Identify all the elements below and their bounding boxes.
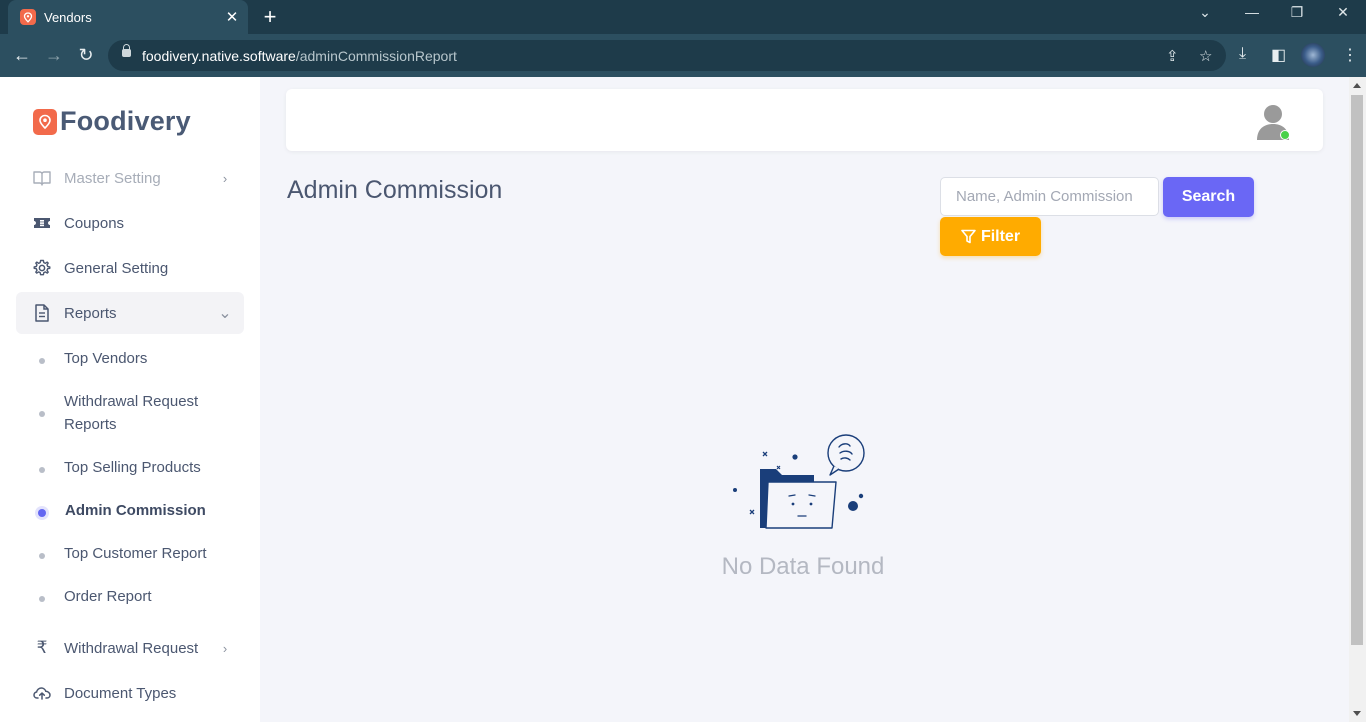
subitem-label: Top Vendors: [64, 350, 148, 367]
sidebar-item-label: Withdrawal Request: [64, 639, 199, 657]
sidebar-item-general-setting[interactable]: General Setting: [16, 247, 244, 289]
tab-search-icon[interactable]: ⌄: [1193, 4, 1217, 21]
sidebar-subitem-withdrawal-request-reports[interactable]: Withdrawal Request Reports: [16, 393, 244, 436]
sidebar-subitem-top-customer-report[interactable]: Top Customer Report: [16, 545, 244, 565]
side-panel-icon[interactable]: ◧: [1271, 45, 1286, 65]
lock-icon: [122, 44, 131, 57]
browser-toolbar: ← → ↻ foodivery.native.software/adminCom…: [0, 34, 1366, 77]
tab-close-icon[interactable]: ✕: [222, 8, 242, 26]
minimize-icon[interactable]: —: [1240, 4, 1264, 20]
bookmark-star-icon[interactable]: ☆: [1199, 47, 1212, 65]
bullet-icon: [39, 553, 45, 559]
page-title: Admin Commission: [287, 176, 503, 204]
chevron-right-icon: ›: [222, 640, 228, 656]
download-icon[interactable]: ⤓: [1239, 45, 1246, 63]
foodivery-favicon-icon: [20, 9, 36, 25]
bullet-icon: [39, 467, 45, 473]
bullet-icon: [39, 596, 45, 602]
cloud-upload-icon: [32, 683, 52, 703]
restore-icon[interactable]: ❐: [1285, 4, 1309, 21]
close-window-icon[interactable]: ✕: [1331, 4, 1355, 21]
profile-avatar-icon[interactable]: [1301, 43, 1325, 67]
filter-button[interactable]: Filter: [940, 217, 1041, 256]
sidebar-item-withdrawal-request[interactable]: ₹ Withdrawal Request ›: [16, 627, 244, 669]
subitem-label: Withdrawal Request Reports: [64, 393, 199, 433]
bullet-icon: [39, 411, 45, 417]
filter-button-label: Filter: [980, 227, 1021, 245]
sidebar-item-label: Coupons: [64, 214, 125, 232]
sidebar-item-master-setting[interactable]: Master Setting ›: [16, 157, 244, 199]
sidebar-subitem-top-selling-products[interactable]: Top Selling Products: [16, 459, 244, 479]
new-tab-icon[interactable]: +: [258, 5, 282, 29]
brand-logo[interactable]: Foodivery: [33, 106, 191, 137]
tab-title: Vendors: [44, 9, 92, 25]
active-bullet-icon: [38, 509, 46, 517]
browser-tab[interactable]: Vendors ✕: [8, 0, 248, 34]
empty-state-text: No Data Found: [721, 553, 885, 580]
sidebar-subitem-admin-commission[interactable]: Admin Commission: [16, 502, 244, 522]
page-scrollbar[interactable]: [1349, 77, 1366, 722]
rupee-icon: ₹: [36, 638, 48, 657]
sidebar-item-label: Document Types: [64, 684, 177, 702]
menu-kebab-icon[interactable]: ⋮: [1342, 45, 1358, 65]
subitem-label: Order Report: [64, 588, 152, 605]
filter-funnel-icon: [961, 229, 976, 244]
sidebar-item-reports[interactable]: Reports ⌄: [16, 292, 244, 334]
bullet-icon: [39, 358, 45, 364]
share-icon[interactable]: ⇪: [1166, 47, 1179, 65]
sidebar-item-document-types[interactable]: Document Types: [16, 672, 244, 714]
search-button-label: Search: [1181, 188, 1236, 205]
scrollbar-thumb[interactable]: [1351, 95, 1363, 645]
address-bar[interactable]: foodivery.native.software/adminCommissio…: [108, 40, 1226, 71]
subitem-label: Top Selling Products: [64, 459, 201, 476]
subitem-label: Admin Commission: [65, 502, 206, 519]
reload-icon[interactable]: ↻: [74, 43, 98, 67]
gear-icon: [32, 258, 52, 278]
url-text: foodivery.native.software/adminCommissio…: [142, 48, 457, 64]
sidebar-item-label: Master Setting: [64, 169, 161, 187]
book-icon: [32, 168, 52, 188]
search-input[interactable]: [940, 177, 1159, 216]
top-navbar: [286, 89, 1323, 151]
sidebar-item-label: General Setting: [64, 259, 169, 277]
search-button[interactable]: Search: [1163, 177, 1254, 217]
back-icon[interactable]: ←: [10, 43, 34, 67]
scroll-down-arrow-icon[interactable]: [1353, 711, 1361, 716]
sidebar-item-coupons[interactable]: Coupons: [16, 202, 244, 244]
sidebar: Foodivery Master Setting › Coupons Gener…: [0, 77, 260, 722]
document-icon: [32, 303, 52, 323]
online-status-icon: [1280, 130, 1290, 140]
empty-folder-illustration-icon: [733, 434, 865, 529]
scroll-up-arrow-icon[interactable]: [1353, 83, 1361, 88]
brand-name: Foodivery: [60, 106, 191, 136]
subitem-label: Top Customer Report: [64, 545, 207, 562]
sidebar-subitem-top-vendors[interactable]: Top Vendors: [16, 350, 244, 370]
sidebar-item-label: Reports: [64, 304, 117, 322]
forward-icon[interactable]: →: [42, 43, 66, 67]
chevron-down-icon: ⌄: [218, 305, 232, 322]
ticket-icon: [32, 213, 52, 233]
browser-tabbar: Vendors ✕ + ⌄ — ❐ ✕: [0, 0, 1366, 34]
sidebar-subitem-order-report[interactable]: Order Report: [16, 588, 244, 608]
location-pin-icon: [33, 108, 57, 135]
chevron-right-icon: ›: [222, 170, 228, 186]
